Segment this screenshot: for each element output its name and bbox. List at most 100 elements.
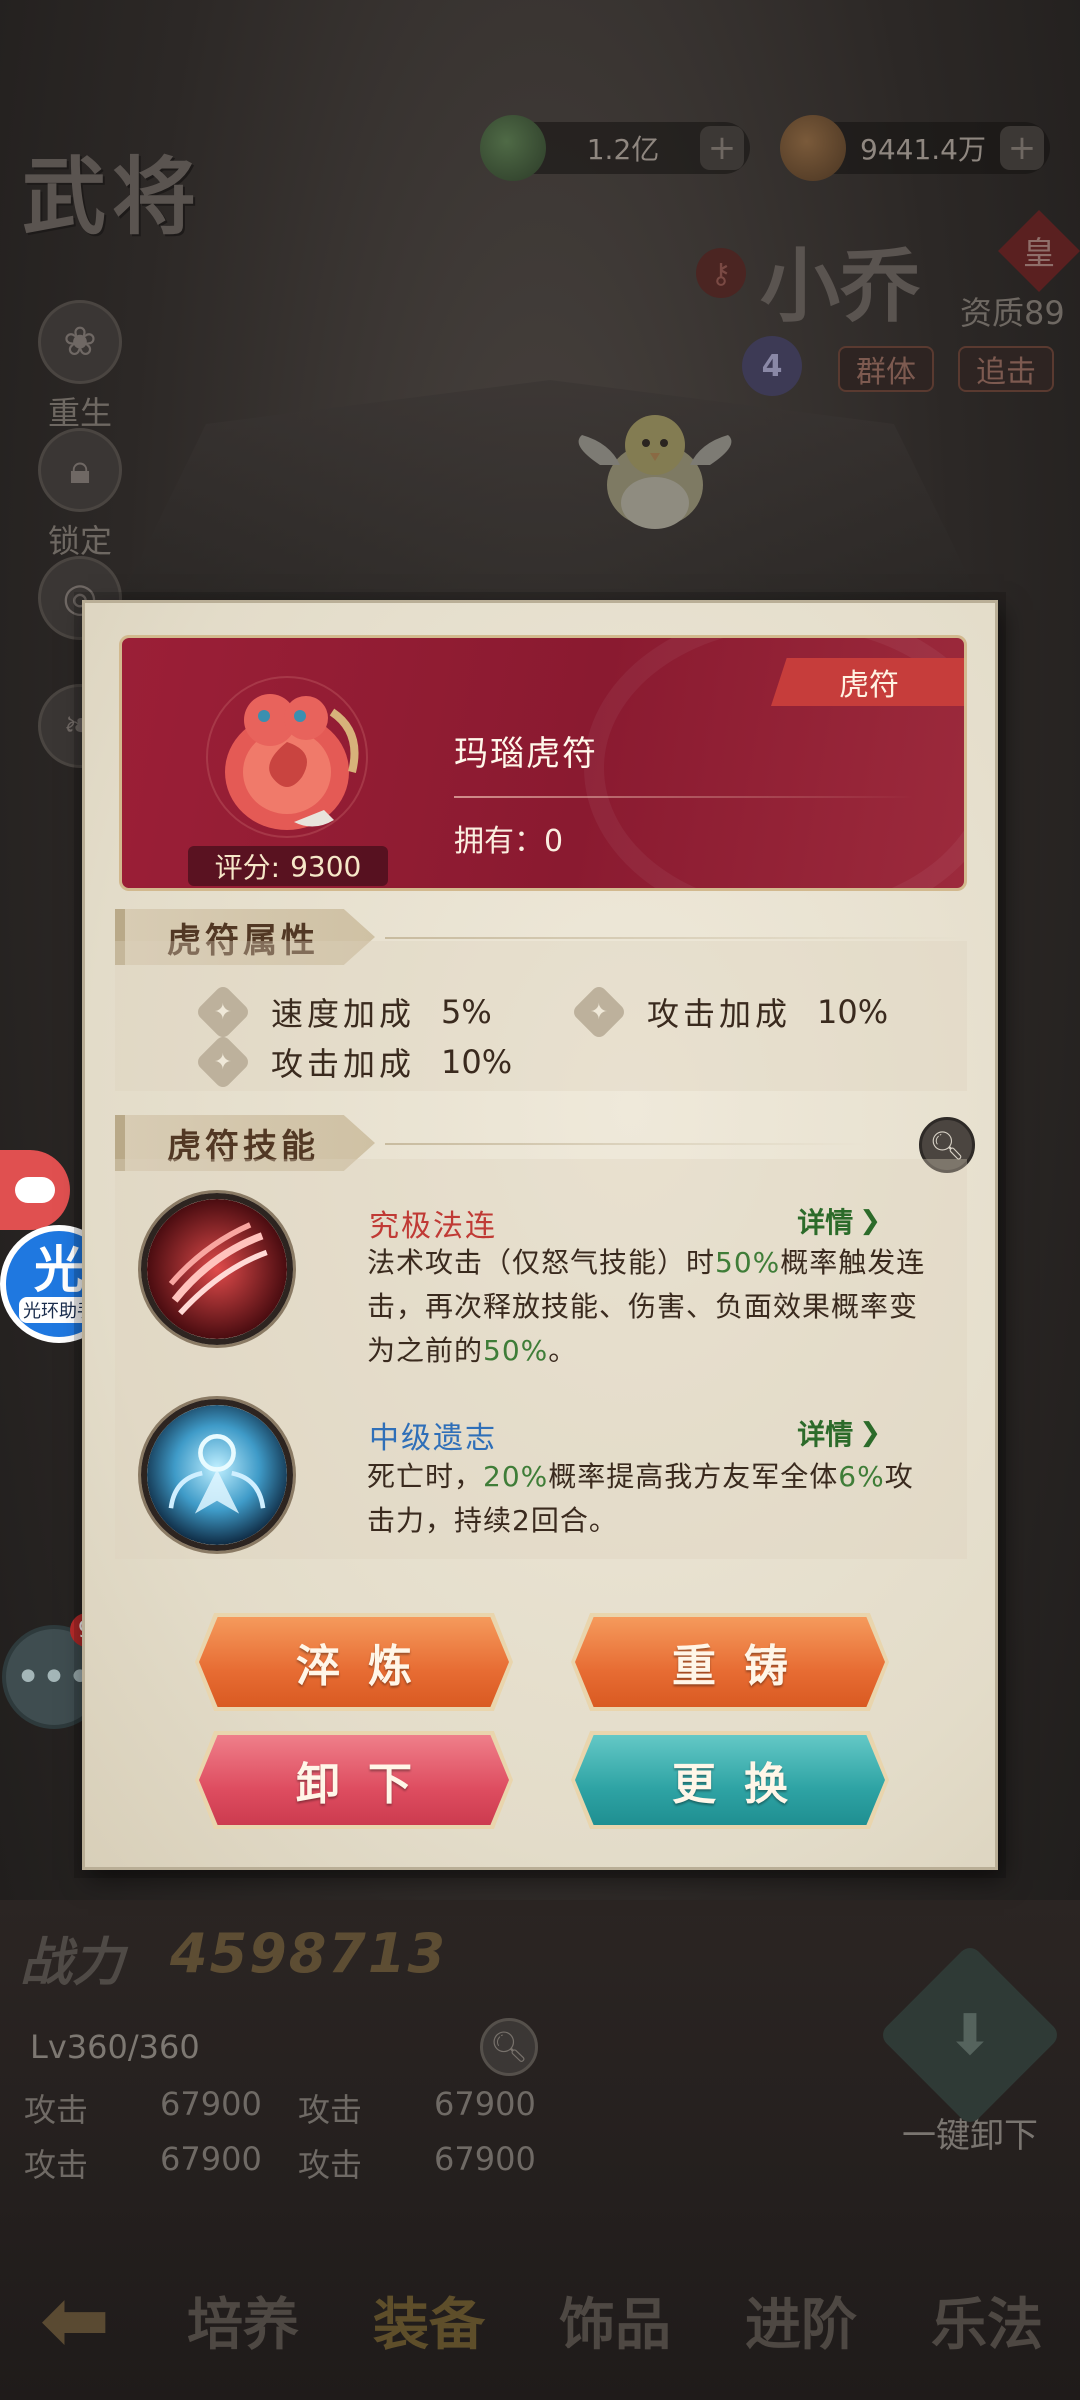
speed-attr-icon: ✦ (194, 983, 252, 1041)
skill-title-text: 究极法连 (369, 1209, 497, 1244)
assistant-glyph: 光 (34, 1241, 84, 1299)
rebirth-button[interactable]: ❀ 重生 (30, 300, 130, 434)
stat-label: 攻击 (298, 2146, 363, 2184)
level-current: Lv360 (30, 2028, 128, 2066)
skill-title-text: 中级遗志 (369, 1421, 497, 1456)
skill-desc-highlight: 20% (483, 1460, 549, 1493)
stat-value: 67900 (434, 2085, 536, 2123)
replace-button[interactable]: 更换 (575, 1735, 885, 1825)
score-value: 9300 (290, 849, 362, 883)
skill-title: 究极法连 (369, 1201, 497, 1245)
magnifier-icon: 🔍︎ (929, 1128, 965, 1162)
hero-name: 小乔 (760, 239, 920, 333)
claw-slash-skill-icon (141, 1193, 293, 1345)
divider (385, 937, 965, 939)
unequip-button[interactable]: 卸下 (199, 1735, 509, 1825)
power-label: 战力 (20, 1932, 125, 1993)
power-value: 4598713 (170, 1922, 448, 1985)
page-title: 武将 (22, 147, 203, 246)
back-arrow-icon[interactable]: ⬅ (0, 2271, 150, 2369)
score-label: 评分: (214, 851, 281, 884)
skill-desc-text: 死亡时， (367, 1460, 484, 1493)
lock-icon: 🔒︎ (38, 428, 122, 512)
attr-name: 攻击加成 (647, 995, 792, 1033)
lotus-icon: ❀ (38, 300, 122, 384)
jade-coin-icon (480, 115, 546, 181)
agate-tiger-tally-icon (206, 676, 368, 838)
lock-label: 锁定 (47, 522, 112, 560)
skill-description: 法术攻击（仅怒气技能）时50%概率触发连击，再次释放技能、伤害、负面效果概率变为… (367, 1241, 927, 1373)
stat-value: 67900 (160, 2085, 262, 2123)
attr-row: ✦ 攻击加成 10% (570, 983, 889, 1041)
currency-jade[interactable]: 1.2亿 + (480, 115, 750, 181)
stat-value: 67900 (434, 2140, 536, 2178)
star-level-badge: 4 (742, 336, 802, 396)
skill-desc-highlight: 50% (715, 1246, 781, 1279)
lock-button[interactable]: 🔒︎ 锁定 (30, 428, 130, 562)
attr-name: 攻击加成 (271, 1045, 416, 1083)
skill-desc-highlight: 50% (483, 1334, 549, 1367)
attr-value: 5% (441, 993, 492, 1031)
level-display: Lv360/360 (30, 2028, 200, 2066)
nav-tab-advance[interactable]: 进阶 (708, 2280, 894, 2361)
add-gold-button[interactable]: + (1000, 126, 1044, 170)
attack-attr-icon: ✦ (194, 1033, 252, 1091)
item-detail-modal: 虎符 评分: 9300 玛瑙虎符 拥有：0 虎符属性 ✦ 速度加成 5% ✦ 攻 (61, 600, 1019, 1870)
level-max: /360 (127, 2028, 200, 2066)
stat-label: 攻击 (298, 2091, 363, 2129)
item-score: 评分: 9300 (188, 846, 388, 886)
skill-description: 死亡时，20%概率提高我方友军全体6%攻击力，持续2回合。 (367, 1455, 927, 1543)
attr-row: ✦ 速度加成 5% (194, 983, 492, 1041)
attr-value: 10% (441, 1043, 513, 1081)
hero-tag-group: 群体 (838, 346, 934, 392)
chick-pet-icon (578, 415, 732, 529)
skill-desc-text: 法术攻击（仅怒气技能）时 (367, 1246, 716, 1279)
skill-title: 中级遗志 (369, 1413, 497, 1457)
skill-desc-highlight: 6% (838, 1460, 885, 1493)
item-name: 玛瑙虎符 (454, 734, 598, 774)
skill-desc-text: 概率提高我方友军全体 (548, 1460, 839, 1493)
hero-grade-label: 皇 (1022, 233, 1056, 272)
currency-gold-value: 9441.4万 (860, 133, 986, 166)
rebirth-label: 重生 (47, 394, 112, 432)
skill-detail-link[interactable]: 详情 ❯ (797, 1413, 881, 1453)
divider (385, 1143, 865, 1145)
attr-row: ✦ 攻击加成 10% (194, 1033, 513, 1091)
gold-coin-icon (780, 115, 846, 181)
key-icon[interactable]: ⚷ (696, 248, 746, 298)
attr-name: 速度加成 (271, 995, 416, 1033)
attr-value: 10% (817, 993, 889, 1031)
stats-search-button[interactable]: 🔍︎ (480, 2018, 538, 2076)
nav-tab-music[interactable]: 乐法 (894, 2280, 1080, 2361)
item-owned-count: 拥有：0 (454, 824, 564, 859)
refine-button[interactable]: 淬炼 (199, 1617, 509, 1707)
detail-label: 详情 (797, 1418, 854, 1451)
download-arrow-icon: ⬇ (878, 1943, 1062, 2127)
search-icon: 🔍︎ (489, 2029, 529, 2065)
nav-tab-train[interactable]: 培养 (150, 2280, 336, 2361)
stat-label: 攻击 (24, 2091, 89, 2129)
skill-desc-text: 。 (548, 1334, 578, 1367)
recast-button[interactable]: 重铸 (575, 1617, 885, 1707)
stat-value: 67900 (160, 2140, 262, 2178)
hero-quality: 资质89 (960, 294, 1065, 332)
nav-tab-accessory[interactable]: 饰品 (522, 2280, 708, 2361)
unequip-all-button[interactable]: ⬇ 一键卸下 (878, 1943, 1062, 2157)
chevron-right-icon: ❯ (859, 1418, 881, 1448)
attack-attr-icon: ✦ (570, 983, 628, 1041)
hero-tag-chase: 追击 (958, 346, 1054, 392)
bottom-nav: ⬅ 培养 装备 饰品 进阶 乐法 (0, 2240, 1080, 2400)
chevron-right-icon: ❯ (859, 1206, 881, 1236)
nav-tab-equipment[interactable]: 装备 (336, 2280, 522, 2361)
item-type-tag: 虎符 (771, 658, 964, 706)
stat-label: 攻击 (24, 2146, 89, 2184)
spirit-wings-skill-icon (141, 1399, 293, 1551)
add-jade-button[interactable]: + (700, 126, 744, 170)
skill-detail-link[interactable]: 详情 ❯ (797, 1201, 881, 1241)
detail-label: 详情 (797, 1206, 854, 1239)
item-card: 虎符 评分: 9300 玛瑙虎符 拥有：0 (119, 635, 967, 891)
divider (454, 796, 914, 798)
currency-gold[interactable]: 9441.4万 + (780, 115, 1050, 181)
gamepad-icon (15, 1177, 55, 1203)
currency-jade-value: 1.2亿 (586, 133, 660, 166)
